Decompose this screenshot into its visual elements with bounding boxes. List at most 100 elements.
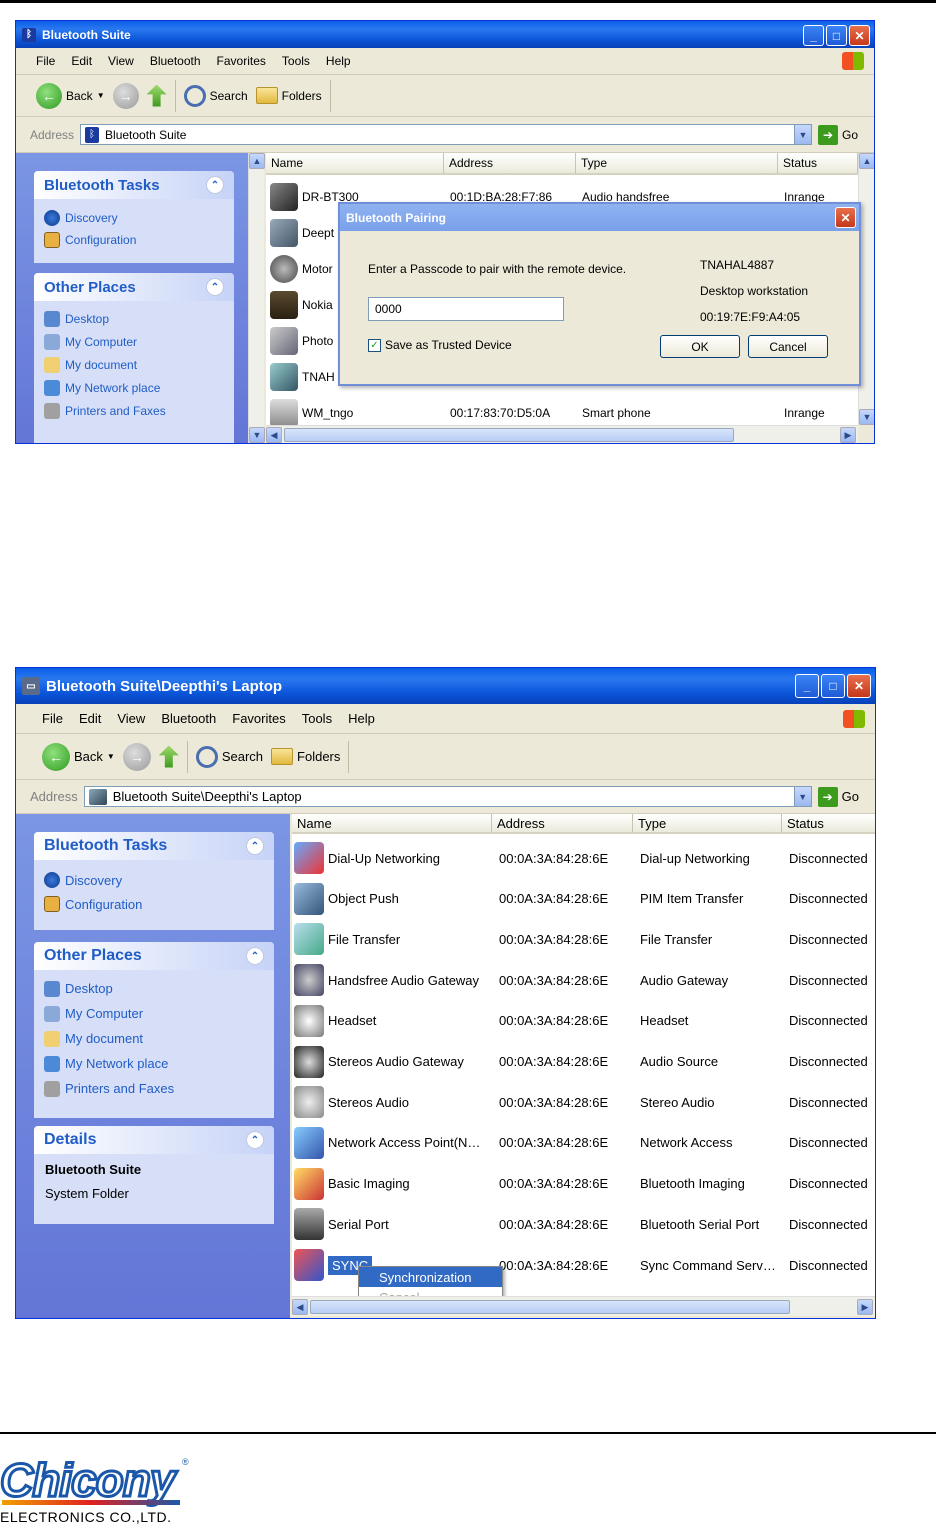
list-item[interactable]: Stereos Audio 00:0A:3A:84:28:6E Stereo Aud… [292, 1082, 875, 1122]
my-network-place-link[interactable]: My Network place [34, 376, 234, 399]
menu-bluetooth[interactable]: Bluetooth [161, 711, 216, 726]
dialog-title-bar[interactable]: Bluetooth Pairing ✕ [340, 204, 859, 231]
panel-header[interactable]: Details ⌃ [34, 1126, 274, 1154]
back-button[interactable]: ← Back ▼ [36, 82, 105, 109]
menu-edit[interactable]: Edit [71, 54, 92, 68]
my-computer-link[interactable]: My Computer [34, 330, 234, 353]
printers-and-faxes-link[interactable]: Printers and Faxes [34, 1076, 274, 1101]
discovery-link[interactable]: Discovery [34, 868, 274, 892]
scroll-down-button[interactable]: ▼ [859, 409, 874, 425]
search-button[interactable]: Search [183, 84, 248, 107]
menu-tools[interactable]: Tools [302, 711, 332, 726]
column-status[interactable]: Status [778, 153, 858, 173]
column-type[interactable]: Type [633, 814, 782, 832]
maximize-button[interactable]: □ [826, 25, 847, 46]
collapse-chevron-icon[interactable]: ⌃ [206, 176, 224, 194]
menu-edit[interactable]: Edit [79, 711, 101, 726]
close-button[interactable]: ✕ [847, 674, 871, 698]
panel-header[interactable]: Bluetooth Tasks ⌃ [34, 171, 234, 199]
list-item[interactable]: Stereos Audio Gateway 00:0A:3A:84:28:6E Au… [292, 1042, 875, 1082]
search-button[interactable]: Search [195, 745, 263, 768]
address-field[interactable]: Bluetooth Suite\Deepthi's Laptop ▼ [83, 786, 812, 807]
column-name[interactable]: Name [292, 814, 492, 832]
minimize-button[interactable]: _ [803, 25, 824, 46]
printers-and-faxes-link[interactable]: Printers and Faxes [34, 399, 234, 422]
go-button[interactable]: Go [842, 789, 859, 804]
list-horizontal-scrollbar[interactable]: ◀ ▶ [266, 425, 858, 443]
trusted-device-checkbox[interactable]: ✓ Save as Trusted Device [368, 338, 512, 352]
desktop-link[interactable]: Desktop [34, 976, 274, 1001]
scroll-left-button[interactable]: ◀ [266, 427, 282, 443]
go-arrow-icon[interactable]: ➔ [817, 124, 838, 145]
discovery-link[interactable]: Discovery [34, 207, 234, 229]
back-button[interactable]: ← Back ▼ [42, 742, 115, 771]
list-horizontal-scrollbar[interactable]: ◀ ▶ [292, 1296, 875, 1316]
panel-header[interactable]: Other Places ⌃ [34, 942, 274, 970]
menu-file[interactable]: File [36, 54, 55, 68]
list-item[interactable]: Network Access Point(N… 00:0A:3A:84:28:6E… [292, 1123, 875, 1163]
menu-bluetooth[interactable]: Bluetooth [150, 54, 201, 68]
scroll-thumb[interactable] [284, 428, 734, 442]
menu-favorites[interactable]: Favorites [232, 711, 285, 726]
address-dropdown-button[interactable]: ▼ [793, 787, 811, 806]
go-arrow-icon[interactable]: ➔ [817, 786, 838, 807]
close-button[interactable]: ✕ [849, 25, 870, 46]
column-name[interactable]: Name [266, 153, 444, 173]
forward-button[interactable]: → [112, 82, 139, 109]
dialog-close-button[interactable]: ✕ [835, 207, 856, 228]
configuration-link[interactable]: Configuration [34, 892, 274, 916]
configuration-link[interactable]: Configuration [34, 229, 234, 251]
column-type[interactable]: Type [576, 153, 778, 173]
title-bar[interactable]: ᛒ Bluetooth Suite _ □ ✕ [16, 21, 874, 48]
collapse-chevron-icon[interactable]: ⌃ [246, 947, 264, 965]
collapse-chevron-icon[interactable]: ⌃ [246, 1131, 264, 1149]
column-address[interactable]: Address [492, 814, 633, 832]
go-button[interactable]: Go [842, 128, 858, 142]
scroll-right-button[interactable]: ▶ [840, 427, 856, 443]
menu-view[interactable]: View [108, 54, 134, 68]
menu-help[interactable]: Help [348, 711, 375, 726]
menu-favorites[interactable]: Favorites [217, 54, 266, 68]
scroll-up-button[interactable]: ▲ [859, 153, 874, 169]
my-document-link[interactable]: My document [34, 1026, 274, 1051]
folders-button[interactable]: Folders [255, 87, 322, 104]
up-folder-icon[interactable] [158, 745, 179, 768]
address-field[interactable]: ᛒ Bluetooth Suite ▼ [80, 124, 812, 145]
list-item[interactable]: Headset 00:0A:3A:84:28:6E Headset Disconnec… [292, 1001, 875, 1041]
scroll-thumb[interactable] [310, 1300, 790, 1314]
my-document-link[interactable]: My document [34, 353, 234, 376]
collapse-chevron-icon[interactable]: ⌃ [206, 278, 224, 296]
list-item[interactable]: Dial-Up Networking 00:0A:3A:84:28:6E Dial-… [292, 838, 875, 878]
maximize-button[interactable]: □ [821, 674, 845, 698]
list-item[interactable]: Serial Port 00:0A:3A:84:28:6E Bluetooth Se… [292, 1204, 875, 1244]
collapse-chevron-icon[interactable]: ⌃ [246, 837, 264, 855]
ok-button[interactable]: OK [660, 335, 740, 358]
list-item[interactable]: Object Push 00:0A:3A:84:28:6E PIM Item Tra… [292, 879, 875, 919]
cancel-button[interactable]: Cancel [748, 335, 828, 358]
my-network-place-link[interactable]: My Network place [34, 1051, 274, 1076]
scroll-left-button[interactable]: ◀ [292, 1299, 308, 1315]
scroll-up-button[interactable]: ▲ [249, 153, 265, 169]
scroll-right-button[interactable]: ▶ [857, 1299, 873, 1315]
desktop-link[interactable]: Desktop [34, 307, 234, 330]
minimize-button[interactable]: _ [795, 674, 819, 698]
scroll-down-button[interactable]: ▼ [249, 427, 265, 443]
column-address[interactable]: Address [444, 153, 576, 173]
list-item[interactable]: File Transfer 00:0A:3A:84:28:6E File Trans… [292, 919, 875, 959]
menu-view[interactable]: View [117, 711, 145, 726]
address-dropdown-button[interactable]: ▼ [793, 125, 811, 144]
folders-button[interactable]: Folders [271, 748, 340, 765]
menu-tools[interactable]: Tools [282, 54, 310, 68]
menu-file[interactable]: File [42, 711, 63, 726]
up-folder-icon[interactable] [146, 84, 167, 107]
menu-item-synchronization[interactable]: Synchronization [359, 1267, 502, 1287]
panel-header[interactable]: Bluetooth Tasks ⌃ [34, 832, 274, 860]
menu-help[interactable]: Help [326, 54, 351, 68]
list-item[interactable]: Handsfree Audio Gateway 00:0A:3A:84:28:6E… [292, 960, 875, 1000]
task-pane-scrollbar[interactable]: ▲ ▼ [248, 153, 265, 443]
forward-button[interactable]: → [122, 742, 151, 771]
column-status[interactable]: Status [782, 814, 875, 832]
panel-header[interactable]: Other Places ⌃ [34, 273, 234, 301]
passcode-input[interactable]: 0000 [368, 297, 564, 321]
title-bar[interactable]: ▭ Bluetooth Suite\Deepthi's Laptop _ □ ✕ [16, 668, 875, 704]
